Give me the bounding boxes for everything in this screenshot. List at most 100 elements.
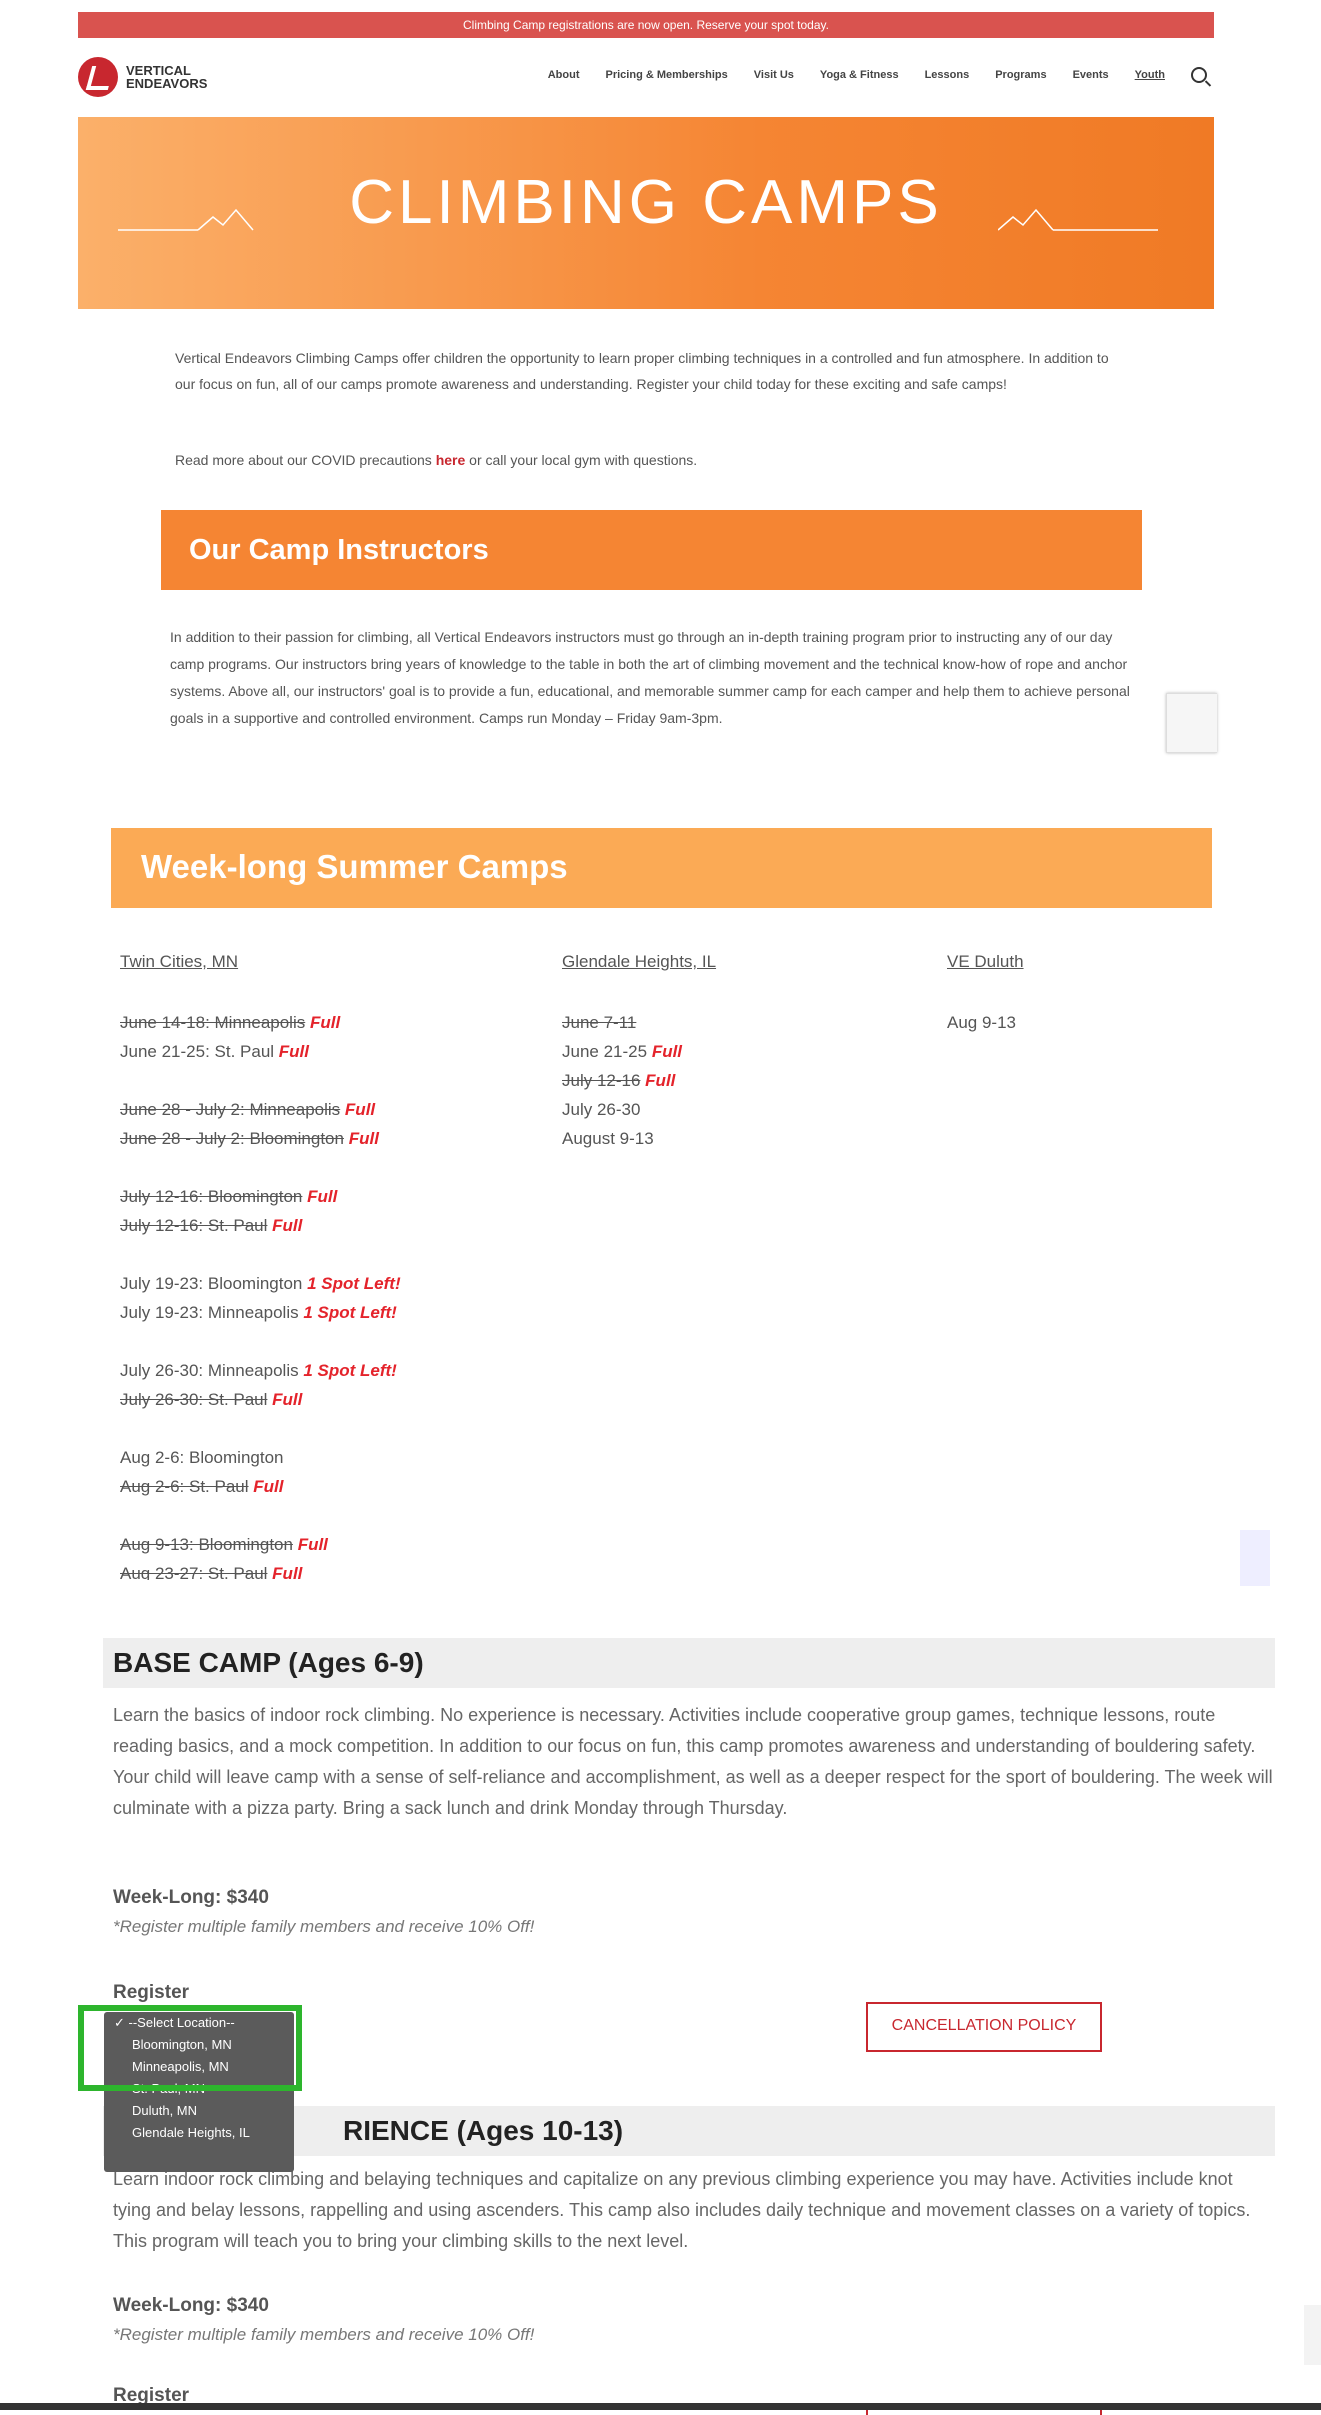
schedule-line: July 19-23: Minneapolis 1 Spot Left! (120, 1298, 540, 1327)
search-icon[interactable] (1191, 67, 1207, 83)
schedule-line: June 28 - July 2: Minneapolis Full (120, 1095, 540, 1124)
availability-tag: 1 Spot Left! (307, 1274, 401, 1293)
schedule-line: Aug 2-6: St. Paul Full (120, 1472, 540, 1501)
schedule-gap (120, 1240, 540, 1269)
schedule-date: Aug 2-6: St. Paul (120, 1477, 249, 1496)
logo[interactable]: VERTICAL ENDEAVORS (78, 55, 268, 99)
availability-tag: Full (645, 1071, 676, 1090)
availability-tag: Full (253, 1477, 284, 1496)
schedule-date: June 7-11 (562, 1013, 637, 1032)
schedule-date: Aug 2-6: Bloomington (120, 1448, 284, 1467)
nav-item-youth[interactable]: Youth (1135, 69, 1165, 81)
logo-line2: ENDEAVORS (126, 76, 208, 91)
schedule-date: July 19-23: Minneapolis (120, 1303, 299, 1322)
experience-camp-discount-note: *Register multiple family members and re… (113, 2325, 535, 2344)
base-camp-title: BASE CAMP (Ages 6-9) (113, 1647, 424, 1678)
schedule-date: July 26-30 (562, 1100, 641, 1119)
schedule-line: July 26-30: St. Paul Full (120, 1385, 540, 1414)
location-option[interactable]: Duluth, MN (104, 2100, 294, 2122)
intro-paragraph: Vertical Endeavors Climbing Camps offer … (175, 350, 1109, 392)
nav-item-visit-us[interactable]: Visit Us (754, 69, 794, 81)
schedule-date: Aug 9-13 (947, 1013, 1016, 1032)
base-camp-discount-note: *Register multiple family members and re… (113, 1917, 535, 1936)
schedule-date: July 26-30: Minneapolis (120, 1361, 299, 1380)
covid-paragraph: Read more about our COVID precautions he… (175, 447, 1125, 473)
announcement-bar[interactable]: Climbing Camp registrations are now open… (78, 12, 1214, 38)
schedule-date: June 28 - July 2: Minneapolis (120, 1100, 341, 1119)
summer-camps-heading: Week-long Summer Camps (141, 848, 568, 885)
schedule-line: July 12-16: St. Paul Full (120, 1211, 540, 1240)
schedule-gap (120, 1414, 540, 1443)
experience-camp-title: RIENCE (Ages 10-13) (343, 2115, 624, 2146)
schedule-date: July 12-16 (562, 1071, 641, 1090)
hero-banner: CLIMBING CAMPS (78, 117, 1214, 309)
schedule-line: July 26-30 (562, 1095, 922, 1124)
availability-tag: Full (344, 1100, 376, 1119)
schedule-date: July 26-30: St. Paul (120, 1390, 268, 1409)
schedule-line: June 21-25 Full (562, 1037, 922, 1066)
mountain-right-icon (998, 208, 1158, 231)
twin-cities-schedule: June 14-18: Minneapolis Full June 21-25: … (120, 1008, 540, 1588)
schedule-gap (120, 1327, 540, 1356)
availability-tag: Full (348, 1129, 379, 1148)
schedule-date: June 21-25 (562, 1042, 648, 1061)
schedule-date: June 28 - July 2: Bloomington (120, 1129, 344, 1148)
schedule-gap (120, 1153, 540, 1182)
cancellation-policy-button[interactable]: CANCELLATION POLICY (866, 2002, 1102, 2052)
availability-tag: Full (651, 1042, 683, 1061)
column-heading-twin-cities[interactable]: Twin Cities, MN (120, 952, 238, 972)
schedule-line: August 9-13 (562, 1124, 922, 1153)
schedule-line: June 28 - July 2: Bloomington Full (120, 1124, 540, 1153)
availability-tag: Full (272, 1216, 303, 1235)
nav-item-events[interactable]: Events (1073, 69, 1109, 81)
availability-tag: 1 Spot Left! (303, 1361, 397, 1380)
schedule-date: July 19-23: Bloomington (120, 1274, 303, 1293)
schedule-line: June 7-11 (562, 1008, 922, 1037)
nav-item-programs[interactable]: Programs (995, 69, 1046, 81)
nav-item-lessons[interactable]: Lessons (925, 69, 970, 81)
selection-highlight (78, 2005, 302, 2091)
schedule-line: June 21-25: St. Paul Full (120, 1037, 540, 1066)
column-heading-glendale[interactable]: Glendale Heights, IL (562, 952, 716, 972)
base-camp-description: Learn the basics of indoor rock climbing… (113, 1705, 1273, 1818)
recaptcha-badge[interactable] (1166, 693, 1217, 753)
nav-item-pricing[interactable]: Pricing & Memberships (606, 69, 728, 81)
location-option[interactable]: Glendale Heights, IL (104, 2122, 294, 2144)
schedule-line: Aug 9-13: Bloomington Full (120, 1530, 540, 1559)
availability-tag: Full (307, 1187, 338, 1206)
camp-details-section: BASE CAMP (Ages 6-9) Learn the basics of… (0, 1580, 1321, 2415)
summer-camps-banner: Week-long Summer Camps (111, 828, 1212, 908)
nav-item-yoga-fitness[interactable]: Yoga & Fitness (820, 69, 899, 81)
logo-text: VERTICAL ENDEAVORS (126, 64, 246, 90)
recaptcha-badge-3[interactable] (1304, 2305, 1321, 2365)
schedule-gap (120, 1501, 540, 1530)
availability-tag: Full (278, 1042, 309, 1061)
schedule-date: June 21-25: St. Paul (120, 1042, 275, 1061)
schedule-date: August 9-13 (562, 1129, 654, 1148)
covid-text-before: Read more about our COVID precautions (175, 452, 436, 468)
column-heading-duluth[interactable]: VE Duluth (947, 952, 1024, 972)
instructors-banner: Our Camp Instructors (161, 510, 1142, 590)
availability-tag: Full (297, 1535, 328, 1554)
experience-camp-description: Learn indoor rock climbing and belaying … (113, 2169, 1251, 2251)
base-camp-price: Week-Long: $340 (113, 1887, 269, 1908)
glendale-schedule: June 7-11 June 21-25 Full July 12-16 Full J… (562, 1008, 922, 1153)
experience-camp-price: Week-Long: $340 (113, 2295, 269, 2316)
base-camp-header: BASE CAMP (Ages 6-9) (103, 1638, 1275, 1688)
instructors-paragraph: In addition to their passion for climbin… (170, 629, 1130, 726)
schedule-line: July 12-16: Bloomington Full (120, 1182, 540, 1211)
schedule-line: July 19-23: Bloomington 1 Spot Left! (120, 1269, 540, 1298)
schedule-date: July 12-16: Bloomington (120, 1187, 303, 1206)
covid-here-link[interactable]: here (436, 452, 466, 468)
base-camp-register-label: Register (113, 1982, 190, 2003)
availability-tag: Full (309, 1013, 341, 1032)
recaptcha-badge-2[interactable] (1240, 1530, 1270, 1586)
main-nav: About Pricing & Memberships Visit Us Yog… (548, 60, 1207, 90)
schedule-line: June 14-18: Minneapolis Full (120, 1008, 540, 1037)
instructors-heading: Our Camp Instructors (189, 534, 489, 566)
duluth-schedule: Aug 9-13 (947, 1008, 1207, 1037)
availability-tag: 1 Spot Left! (303, 1303, 397, 1322)
schedule-date: June 14-18: Minneapolis (120, 1013, 306, 1032)
covid-text-after: or call your local gym with questions. (465, 452, 698, 468)
nav-item-about[interactable]: About (548, 69, 580, 81)
